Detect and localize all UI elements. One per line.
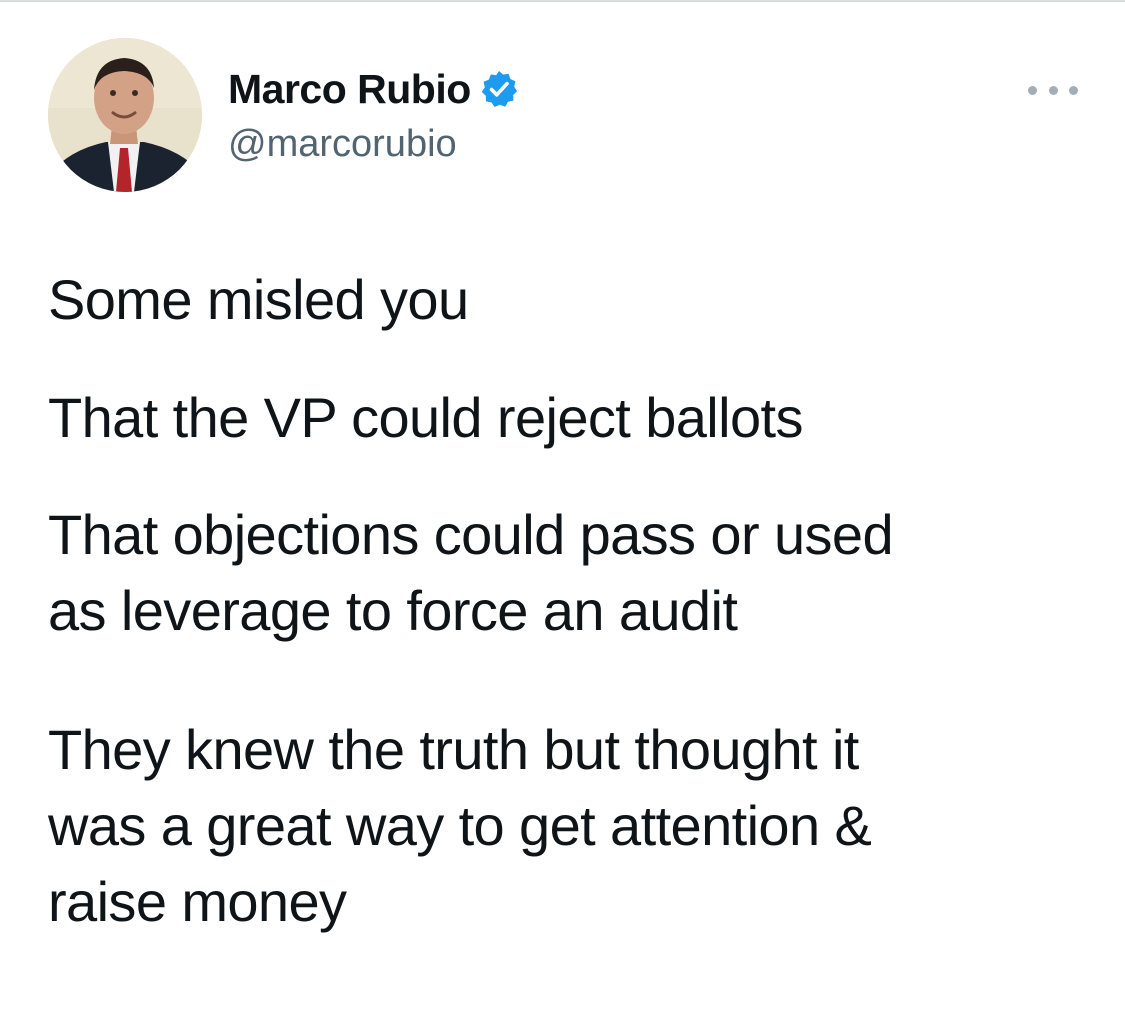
author-info: Marco Rubio @marcorubio: [228, 62, 519, 168]
handle[interactable]: @marcorubio: [228, 120, 519, 168]
tweet: Marco Rubio @marcorubio Some misled you …: [0, 0, 1125, 1010]
more-dot: [1028, 85, 1037, 95]
tweet-line: was a great way to get attention &: [48, 794, 872, 857]
tweet-paragraph: That objections could pass or used as le…: [48, 497, 894, 649]
avatar-image: [48, 38, 202, 192]
more-horizontal-icon[interactable]: [1028, 80, 1078, 100]
verified-badge-icon: [479, 69, 519, 109]
avatar[interactable]: [48, 38, 202, 192]
display-name[interactable]: Marco Rubio: [228, 62, 471, 116]
more-dot: [1069, 85, 1078, 95]
tweet-line: raise money: [48, 870, 347, 933]
tweet-line: as leverage to force an audit: [48, 579, 738, 642]
tweet-line: Some misled you: [48, 268, 469, 331]
tweet-line: That the VP could reject ballots: [48, 386, 803, 449]
tweet-paragraph: Some misled you: [48, 262, 469, 338]
name-row: Marco Rubio: [228, 62, 519, 116]
tweet-paragraph: They knew the truth but thought it was a…: [48, 712, 872, 940]
tweet-line: That objections could pass or used: [48, 503, 894, 566]
tweet-paragraph: That the VP could reject ballots: [48, 380, 803, 456]
tweet-line: They knew the truth but thought it: [48, 718, 859, 781]
more-dot: [1048, 85, 1058, 95]
